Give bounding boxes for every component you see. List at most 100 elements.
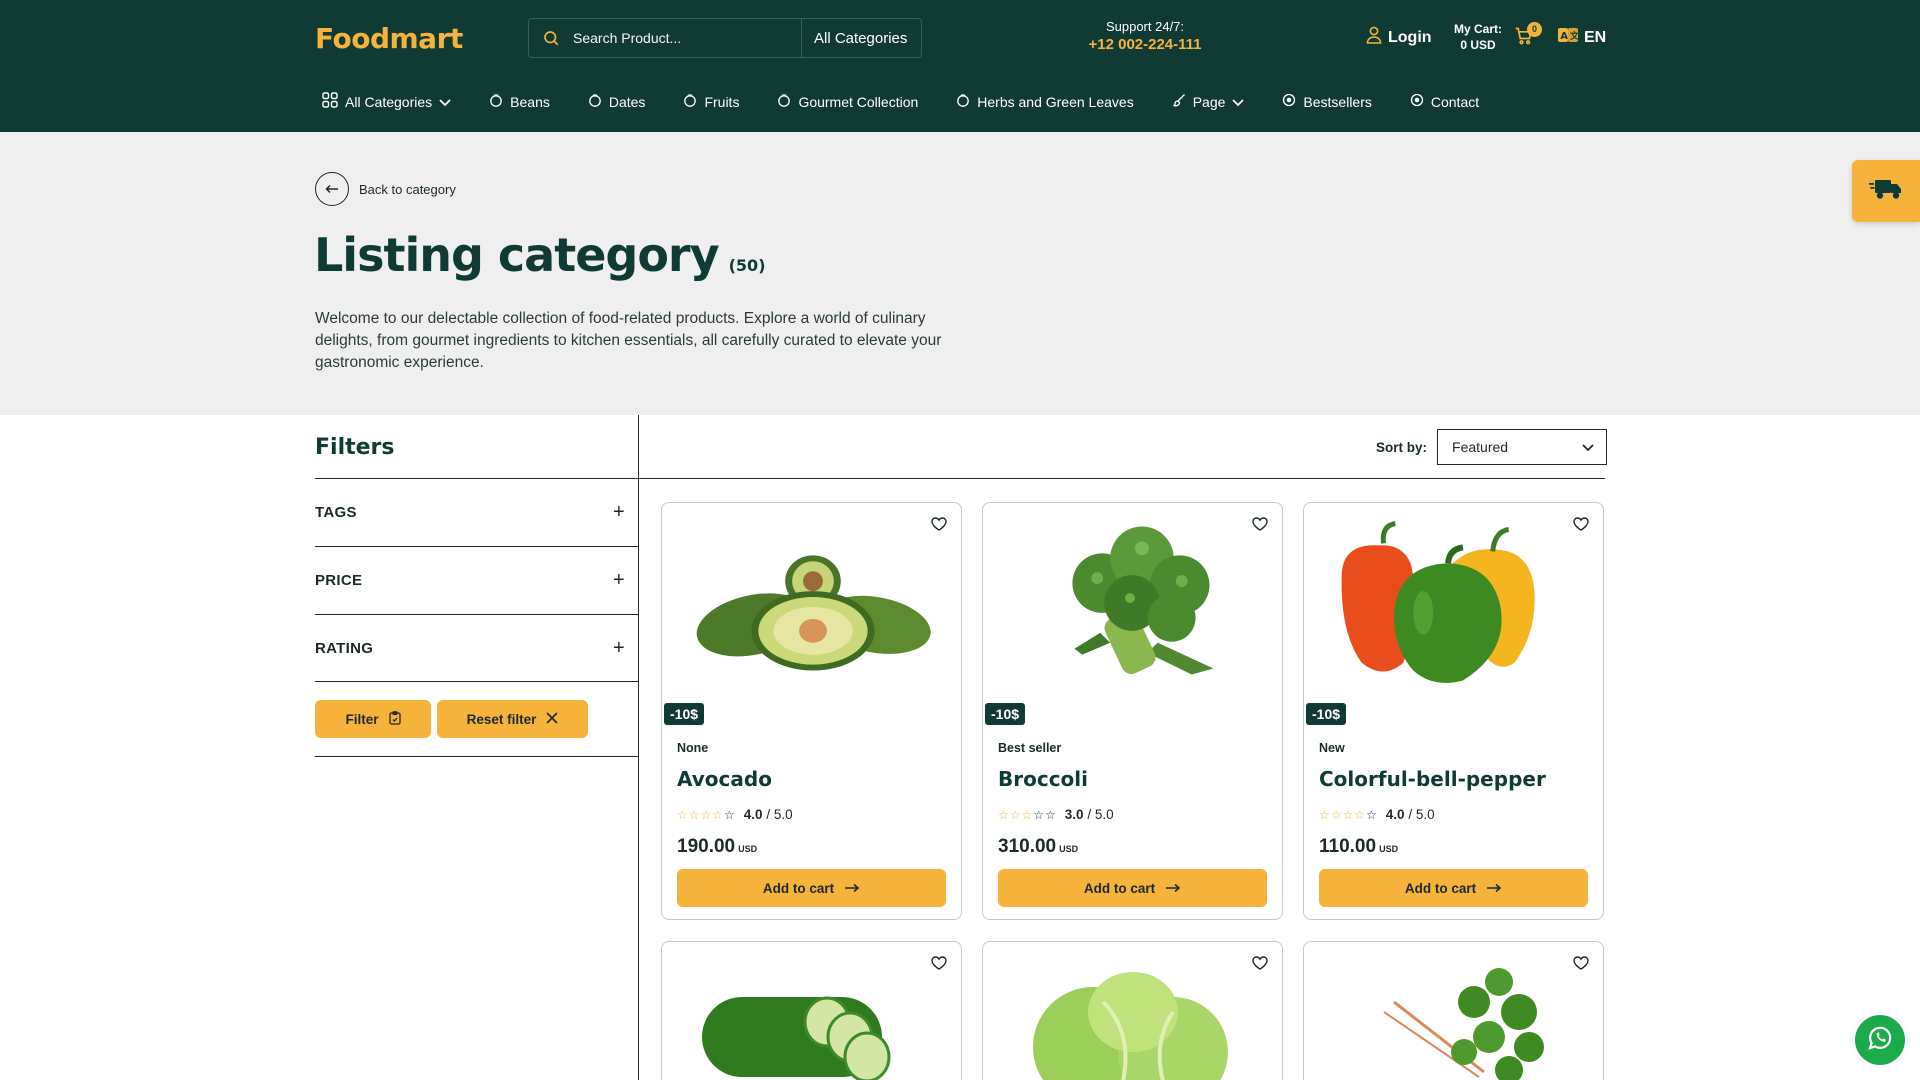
search-bar: All Categories: [528, 18, 922, 58]
sort-select[interactable]: Featured: [1437, 429, 1608, 465]
whatsapp-icon: [1866, 1024, 1894, 1057]
translate-icon: A文: [1558, 28, 1580, 47]
product-image-coriander: [1383, 968, 1544, 1080]
rating-max: / 5.0: [1087, 807, 1114, 822]
product-card[interactable]: -10$ Best seller Broccoli ☆☆☆☆☆ 3.0 / 5.…: [982, 502, 1283, 920]
arrow-left-icon: [315, 172, 349, 206]
plus-icon: +: [613, 637, 625, 659]
delivery-button[interactable]: [1852, 160, 1920, 222]
language-label: EN: [1584, 28, 1607, 46]
product-rating: ☆☆☆☆☆ 4.0 / 5.0: [1319, 807, 1435, 822]
language-switcher[interactable]: A文 EN: [1558, 28, 1606, 47]
rating-value: 3.0: [1064, 807, 1084, 822]
filter-group-label: PRICE: [315, 572, 363, 589]
back-label: Back to category: [359, 181, 456, 197]
category-description: Welcome to our delectable collection of …: [315, 310, 942, 371]
search-input[interactable]: [573, 19, 801, 57]
grid-icon: [322, 92, 338, 111]
price-value: 190.00: [677, 836, 736, 857]
back-to-category-link[interactable]: Back to category: [315, 172, 456, 206]
filter-group-price[interactable]: PRICE +: [315, 546, 639, 614]
nav-label: Beans: [510, 93, 550, 110]
heart-icon[interactable]: [931, 956, 947, 975]
product-card[interactable]: -10$ New Colorful-bell-pepper ☆☆☆☆☆ 4.0 …: [1303, 502, 1604, 920]
rating-value: 4.0: [1385, 807, 1405, 822]
plus-icon: +: [613, 501, 625, 523]
product-price: 110.00 USD: [1319, 836, 1398, 858]
nav-item-gourmet-collection[interactable]: Gourmet Collection: [777, 93, 918, 110]
nav-label: Fruits: [704, 93, 740, 110]
filter-group-tags[interactable]: TAGS +: [315, 478, 639, 546]
filters-sidebar: Filters TAGS + PRICE + RATING + Filter R…: [315, 415, 639, 1080]
page-title: Listing category (50): [314, 228, 766, 282]
delivery-truck-icon: [1869, 176, 1903, 207]
cart-summary[interactable]: My Cart: 0 USD: [1454, 21, 1502, 53]
heart-icon[interactable]: [1573, 517, 1589, 536]
nav-label: Bestsellers: [1303, 93, 1372, 110]
filter-button-label: Filter: [345, 711, 379, 727]
nav-label: Contact: [1430, 93, 1480, 110]
filter-group-rating[interactable]: RATING +: [315, 614, 639, 682]
sort-value: Featured: [1452, 439, 1509, 455]
filter-button[interactable]: Filter: [315, 700, 431, 738]
chevron-down-icon: [1232, 94, 1245, 110]
bag-icon: [683, 93, 697, 110]
nav-item-dates[interactable]: Dates: [588, 93, 645, 110]
search-category-select[interactable]: All Categories: [801, 19, 921, 57]
heart-icon[interactable]: [1252, 517, 1268, 536]
add-to-cart-label: Add to cart: [1083, 880, 1156, 896]
product-card[interactable]: [1303, 941, 1604, 1080]
clipboard-icon: [388, 710, 401, 728]
target-icon: [1282, 93, 1296, 110]
add-to-cart-button[interactable]: Add to cart: [998, 869, 1267, 907]
nav-item-bestsellers[interactable]: Bestsellers: [1282, 93, 1372, 110]
nav-item-contact[interactable]: Contact: [1410, 93, 1479, 110]
product-rating: ☆☆☆☆☆ 4.0 / 5.0: [677, 807, 793, 822]
product-tag: New: [1319, 741, 1345, 755]
product-card[interactable]: [661, 941, 962, 1080]
target-icon: [1410, 93, 1424, 110]
reset-filter-label: Reset filter: [466, 711, 537, 727]
brush-icon: [1172, 93, 1186, 110]
filters-title: Filters: [315, 435, 395, 460]
arrow-right-icon: [1486, 881, 1502, 896]
login-link[interactable]: Login: [1366, 26, 1432, 49]
whatsapp-button[interactable]: [1855, 1015, 1905, 1065]
product-name[interactable]: Avocado: [677, 767, 772, 791]
nav-item-herbs[interactable]: Herbs and Green Leaves: [956, 93, 1134, 110]
nav-item-page[interactable]: Page: [1172, 93, 1245, 110]
product-name[interactable]: Broccoli: [998, 767, 1088, 791]
nav-item-beans[interactable]: Beans: [489, 93, 550, 110]
bag-icon: [777, 93, 791, 110]
product-card[interactable]: [982, 941, 1283, 1080]
cart-count-badge: 0: [1527, 22, 1542, 37]
product-name[interactable]: Colorful-bell-pepper: [1319, 767, 1546, 791]
add-to-cart-button[interactable]: Add to cart: [1319, 869, 1588, 907]
logo[interactable]: Foodmart: [315, 22, 463, 55]
nav-item-fruits[interactable]: Fruits: [683, 93, 739, 110]
product-tag: None: [677, 741, 709, 755]
price-currency: USD: [738, 844, 758, 854]
support-phone[interactable]: +12 002-224-111: [1060, 36, 1230, 53]
close-icon: [546, 711, 558, 727]
heart-icon[interactable]: [1573, 956, 1589, 975]
filter-actions: Filter Reset filter: [315, 681, 639, 757]
bag-icon: [489, 93, 503, 110]
sort-control: Sort by: Featured: [1376, 429, 1608, 465]
heart-icon[interactable]: [931, 517, 947, 536]
sort-label: Sort by:: [1376, 439, 1428, 455]
nav-item-all-categories[interactable]: All Categories: [322, 92, 451, 111]
nav-label: Page: [1192, 93, 1226, 110]
rating-value: 4.0: [743, 807, 763, 822]
heart-icon[interactable]: [1252, 956, 1268, 975]
support-info: Support 24/7: +12 002-224-111: [1060, 19, 1230, 53]
chevron-down-icon: [439, 94, 451, 110]
category-hero: [0, 132, 1920, 415]
product-card[interactable]: -10$ None Avocado ☆☆☆☆☆ 4.0 / 5.0 190.00…: [661, 502, 962, 920]
filter-group-label: RATING: [315, 640, 374, 657]
product-image-avocado: [696, 555, 931, 671]
add-to-cart-button[interactable]: Add to cart: [677, 869, 946, 907]
arrow-right-icon: [1165, 881, 1181, 896]
search-icon[interactable]: [529, 19, 573, 57]
reset-filter-button[interactable]: Reset filter: [437, 700, 588, 738]
